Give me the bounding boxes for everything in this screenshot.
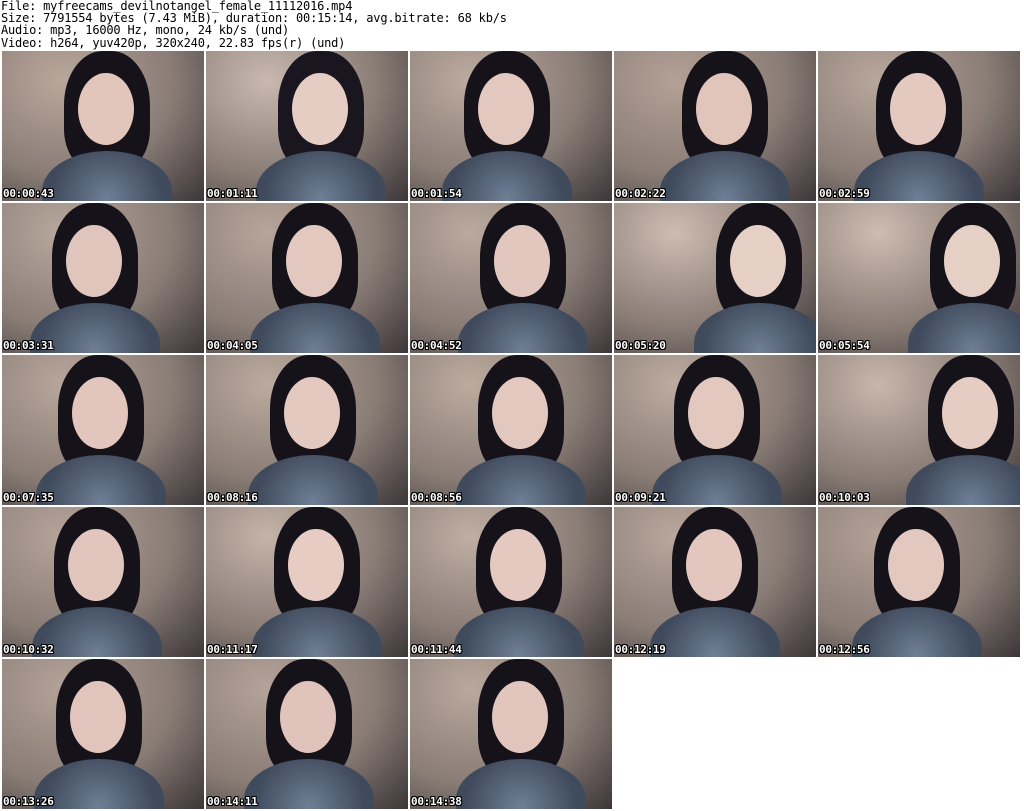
video-thumbnail[interactable]: 00:05:54: [818, 203, 1020, 353]
timestamp-label: 00:02:59: [819, 187, 870, 200]
timestamp-label: 00:03:31: [3, 339, 54, 352]
timestamp-label: 00:11:44: [411, 643, 462, 656]
timestamp-label: 00:08:56: [411, 491, 462, 504]
video-thumbnail[interactable]: 00:10:32: [2, 507, 204, 657]
face-shape: [492, 377, 548, 449]
video-thumbnail[interactable]: 00:11:44: [410, 507, 612, 657]
video-thumbnail[interactable]: 00:09:21: [614, 355, 816, 505]
face-shape: [688, 377, 744, 449]
video-thumbnail[interactable]: 00:01:54: [410, 51, 612, 201]
timestamp-label: 00:14:11: [207, 795, 258, 808]
video-thumbnail[interactable]: 00:07:35: [2, 355, 204, 505]
video-thumbnail[interactable]: 00:12:56: [818, 507, 1020, 657]
face-shape: [284, 377, 340, 449]
timestamp-label: 00:00:43: [3, 187, 54, 200]
timestamp-label: 00:12:19: [615, 643, 666, 656]
timestamp-label: 00:05:54: [819, 339, 870, 352]
face-shape: [492, 681, 548, 753]
timestamp-label: 00:13:26: [3, 795, 54, 808]
timestamp-label: 00:04:05: [207, 339, 258, 352]
video-thumbnail[interactable]: 00:10:03: [818, 355, 1020, 505]
video-thumbnail[interactable]: 00:08:16: [206, 355, 408, 505]
face-shape: [944, 225, 1000, 297]
face-shape: [696, 73, 752, 145]
video-thumbnail[interactable]: 00:11:17: [206, 507, 408, 657]
timestamp-label: 00:08:16: [207, 491, 258, 504]
timestamp-label: 00:10:03: [819, 491, 870, 504]
timestamp-label: 00:02:22: [615, 187, 666, 200]
video-thumbnail[interactable]: 00:02:59: [818, 51, 1020, 201]
video-thumbnail[interactable]: 00:08:56: [410, 355, 612, 505]
face-shape: [730, 225, 786, 297]
video-thumbnail[interactable]: 00:03:31: [2, 203, 204, 353]
timestamp-label: 00:09:21: [615, 491, 666, 504]
timestamp-label: 00:11:17: [207, 643, 258, 656]
face-shape: [286, 225, 342, 297]
video-thumbnail[interactable]: 00:12:19: [614, 507, 816, 657]
video-thumbnail[interactable]: 00:13:26: [2, 659, 204, 809]
timestamp-label: 00:10:32: [3, 643, 54, 656]
audio-info-line: Audio: mp3, 16000 Hz, mono, 24 kb/s (und…: [1, 23, 290, 38]
timestamp-label: 00:14:38: [411, 795, 462, 808]
video-thumbnail[interactable]: 00:05:20: [614, 203, 816, 353]
face-shape: [478, 73, 534, 145]
video-thumbnail[interactable]: 00:02:22: [614, 51, 816, 201]
face-shape: [288, 529, 344, 601]
video-thumbnail[interactable]: 00:04:05: [206, 203, 408, 353]
video-thumbnail[interactable]: 00:00:43: [2, 51, 204, 201]
video-thumbnail[interactable]: 00:01:11: [206, 51, 408, 201]
timestamp-label: 00:01:11: [207, 187, 258, 200]
face-shape: [888, 529, 944, 601]
timestamp-label: 00:07:35: [3, 491, 54, 504]
timestamp-label: 00:01:54: [411, 187, 462, 200]
file-info-header: File: myfreecams_devilnotangel_female_11…: [1, 0, 1021, 49]
video-thumbnail[interactable]: 00:04:52: [410, 203, 612, 353]
timestamp-label: 00:05:20: [615, 339, 666, 352]
face-shape: [78, 73, 134, 145]
timestamp-label: 00:04:52: [411, 339, 462, 352]
face-shape: [280, 681, 336, 753]
face-shape: [490, 529, 546, 601]
face-shape: [68, 529, 124, 601]
face-shape: [72, 377, 128, 449]
face-shape: [66, 225, 122, 297]
video-info-line: Video: h264, yuv420p, 320x240, 22.83 fps…: [1, 35, 346, 50]
face-shape: [292, 73, 348, 145]
timestamp-label: 00:12:56: [819, 643, 870, 656]
face-shape: [686, 529, 742, 601]
video-thumbnail[interactable]: 00:14:38: [410, 659, 612, 809]
face-shape: [70, 681, 126, 753]
face-shape: [942, 377, 998, 449]
thumbnail-grid: 00:00:43 00:01:11 00:01:54 00:02:22 00:02:59…: [2, 51, 1024, 811]
face-shape: [890, 73, 946, 145]
face-shape: [494, 225, 550, 297]
video-thumbnail[interactable]: 00:14:11: [206, 659, 408, 809]
